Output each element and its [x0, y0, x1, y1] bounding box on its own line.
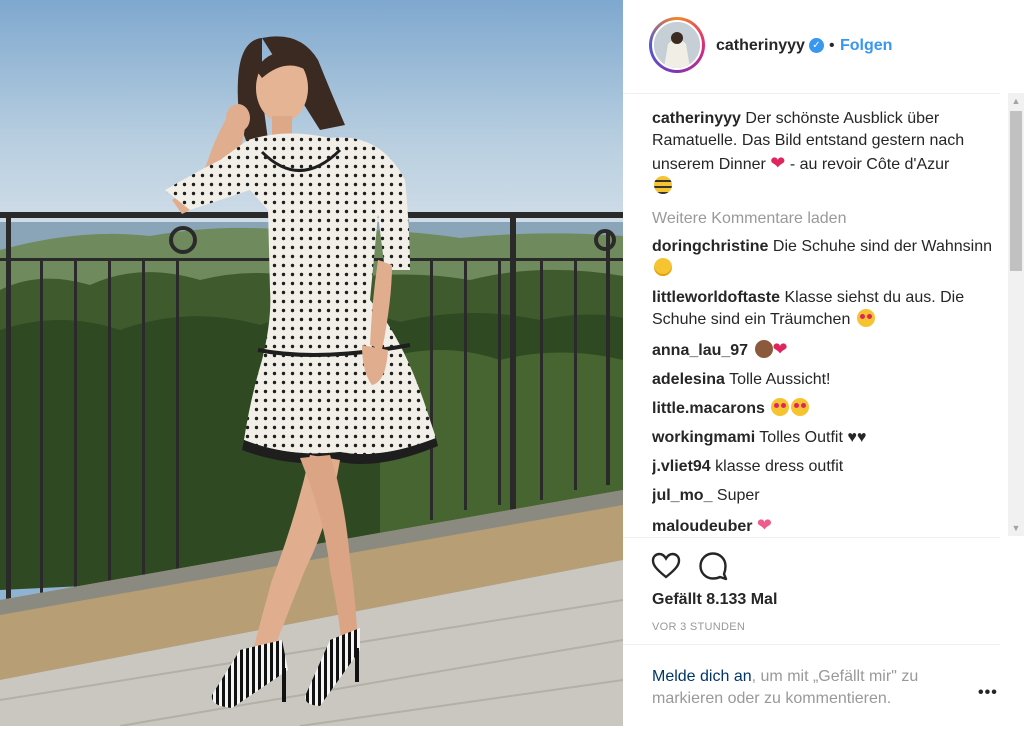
like-count[interactable]: Gefällt 8.133 Mal — [652, 591, 777, 609]
header-separator: • — [829, 37, 835, 54]
comment-text: Super — [712, 487, 760, 504]
scroll-down-arrow-icon[interactable]: ▼ — [1008, 520, 1024, 536]
load-more-comments-button[interactable]: Weitere Kommentare laden — [652, 208, 997, 230]
comment-text — [765, 400, 769, 417]
more-options-icon[interactable]: ••• — [978, 684, 998, 702]
login-prompt: Melde dich an, um mit „Gefällt mir" zu m… — [623, 644, 1000, 729]
scroll-up-arrow-icon[interactable]: ▲ — [1008, 93, 1024, 109]
post-photo[interactable] — [0, 0, 623, 726]
caption-text-end: - au revoir Côte d'Azur — [785, 156, 950, 173]
comment-item: maloudeuber ❤ — [652, 514, 997, 538]
pink-heart-icon: ❤ — [756, 515, 773, 535]
comment-text: Tolle Aussicht! — [724, 371, 831, 388]
monkey-icon — [754, 340, 773, 358]
comment-username[interactable]: maloudeuber — [652, 518, 752, 535]
bee-emoji-icon — [654, 176, 672, 194]
comment-item: adelesina Tolle Aussicht! — [652, 369, 997, 391]
comment-item: j.vliet94 klasse dress outfit — [652, 456, 997, 478]
comment-username[interactable]: j.vliet94 — [652, 458, 711, 475]
comments-list: catherinyyy Der schönste Ausblick über R… — [652, 108, 997, 538]
comment-username[interactable]: workingmami — [652, 429, 755, 446]
smiling-face-icon — [654, 258, 672, 276]
comment-item: doringchristine Die Schuhe sind der Wahn… — [652, 236, 997, 280]
comment-item: little.macarons — [652, 398, 997, 420]
login-link[interactable]: Melde dich an — [652, 668, 752, 685]
comment-text: Tolles Outfit ♥♥ — [755, 429, 867, 446]
post-timestamp: VOR 3 STUNDEN — [652, 621, 746, 633]
header-username[interactable]: catherinyyy — [716, 37, 805, 55]
verified-badge-icon: ✓ — [809, 38, 824, 53]
comment-item: jul_mo_ Super — [652, 485, 997, 507]
red-heart-icon: ❤ — [772, 339, 788, 359]
comment-text — [748, 342, 752, 359]
scroll-thumb[interactable] — [1010, 111, 1022, 271]
photo-illustration — [0, 0, 623, 726]
heart-eyes-icon — [856, 309, 875, 327]
heart-eyes-icon — [771, 398, 790, 416]
follow-button[interactable]: Folgen — [840, 37, 892, 55]
post-header: catherinyyy ✓ • Folgen — [623, 0, 1000, 94]
post-actions: Gefällt 8.133 Mal VOR 3 STUNDEN Melde di… — [623, 537, 1000, 728]
comment-username[interactable]: doringchristine — [652, 238, 768, 255]
comment-text: klasse dress outfit — [710, 458, 844, 475]
comment-text: Die Schuhe sind der Wahnsinn — [768, 238, 992, 255]
comment-username[interactable]: littleworldoftaste — [652, 289, 780, 306]
comment-item: anna_lau_97 ❤ — [652, 338, 997, 362]
comment-username[interactable]: little.macarons — [652, 400, 765, 417]
comment-bubble-icon[interactable] — [697, 550, 729, 582]
caption-username[interactable]: catherinyyy — [652, 110, 741, 127]
comment-item: workingmami Tolles Outfit ♥♥ — [652, 427, 997, 449]
like-heart-icon[interactable] — [650, 550, 682, 582]
heart-eyes-icon — [791, 398, 810, 416]
red-heart-icon: ❤ — [770, 153, 786, 173]
comment-username[interactable]: adelesina — [652, 371, 725, 388]
avatar[interactable] — [649, 17, 705, 73]
login-prompt-text: Melde dich an, um mit „Gefällt mir" zu m… — [652, 666, 952, 710]
comments-scrollbar[interactable]: ▲ ▼ — [1008, 93, 1024, 536]
avatar-image — [652, 20, 702, 70]
comment-item: littleworldoftaste Klasse siehst du aus.… — [652, 287, 997, 331]
comment-username[interactable]: anna_lau_97 — [652, 342, 748, 359]
post-caption: catherinyyy Der schönste Ausblick über R… — [652, 108, 997, 198]
post-sidebar: catherinyyy ✓ • Folgen catherinyyy Der s… — [623, 0, 1024, 726]
comment-username[interactable]: jul_mo_ — [652, 487, 712, 504]
